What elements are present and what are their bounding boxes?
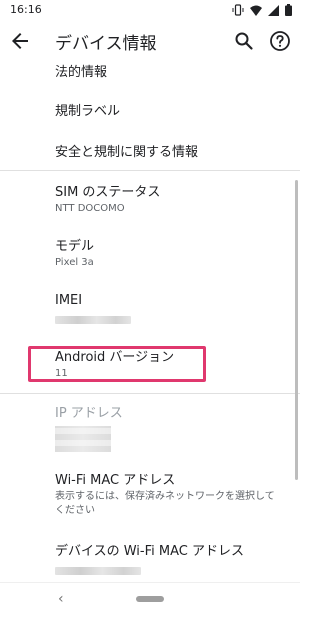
item-title: IMEI <box>55 293 83 308</box>
blurred-value <box>55 567 141 575</box>
battery-icon <box>285 4 292 16</box>
wifi-icon <box>250 5 262 16</box>
scrollbar[interactable] <box>295 180 298 480</box>
list-item-imei[interactable]: IMEI <box>55 292 280 328</box>
help-icon <box>270 31 290 51</box>
item-title: 安全と規制に関する情報 <box>55 145 199 160</box>
divider <box>0 393 300 394</box>
search-button[interactable] <box>232 29 256 53</box>
item-title: 法的情報 <box>55 65 108 80</box>
item-title: 規制ラベル <box>55 104 121 119</box>
navigation-bar: ‹ <box>0 582 300 617</box>
status-time: 16:16 <box>10 3 42 16</box>
help-button[interactable] <box>268 29 292 53</box>
list-item-device-wifi-mac[interactable]: デバイスの Wi-Fi MAC アドレス <box>55 543 280 579</box>
arrow-back-icon <box>12 33 28 49</box>
item-title: Wi-Fi MAC アドレス <box>55 473 176 488</box>
item-title: モデル <box>55 239 95 254</box>
back-button[interactable] <box>8 29 32 53</box>
list-item-safety-regulatory[interactable]: 安全と規制に関する情報 <box>55 144 280 161</box>
item-subtitle: 表示するには、保存済みネットワークを選択してください <box>55 491 275 516</box>
highlight-box <box>28 346 206 382</box>
nav-home-pill[interactable] <box>136 596 164 602</box>
item-title: デバイスの Wi-Fi MAC アドレス <box>55 544 244 559</box>
list-item-legal-info[interactable]: 法的情報 <box>55 64 280 81</box>
blurred-value <box>55 426 111 452</box>
vibrate-icon <box>232 4 244 16</box>
list-item-sim-status[interactable]: SIM のステータス NTT DOCOMO <box>55 184 280 216</box>
status-bar: 16:16 <box>0 0 300 20</box>
app-bar: デバイス情報 <box>0 20 300 62</box>
nav-back-button[interactable]: ‹ <box>58 591 64 607</box>
list-item-model[interactable]: モデル Pixel 3a <box>55 238 280 270</box>
settings-list: 法的情報 規制ラベル 安全と規制に関する情報 SIM のステータス NTT DO… <box>0 62 300 582</box>
item-title: IP アドレス <box>55 406 123 421</box>
signal-icon <box>268 4 279 16</box>
blurred-value <box>55 316 131 324</box>
item-subtitle: Pixel 3a <box>55 257 94 268</box>
list-item-wifi-mac[interactable]: Wi-Fi MAC アドレス 表示するには、保存済みネットワークを選択してくださ… <box>55 472 280 518</box>
item-subtitle: NTT DOCOMO <box>55 203 125 214</box>
item-title: SIM のステータス <box>55 185 161 200</box>
list-item-ip-address: IP アドレス <box>55 405 280 452</box>
list-item-regulatory-labels[interactable]: 規制ラベル <box>55 103 280 120</box>
page-title: デバイス情報 <box>55 34 157 54</box>
status-icons <box>232 4 292 16</box>
search-icon <box>235 32 253 50</box>
divider <box>0 170 300 171</box>
